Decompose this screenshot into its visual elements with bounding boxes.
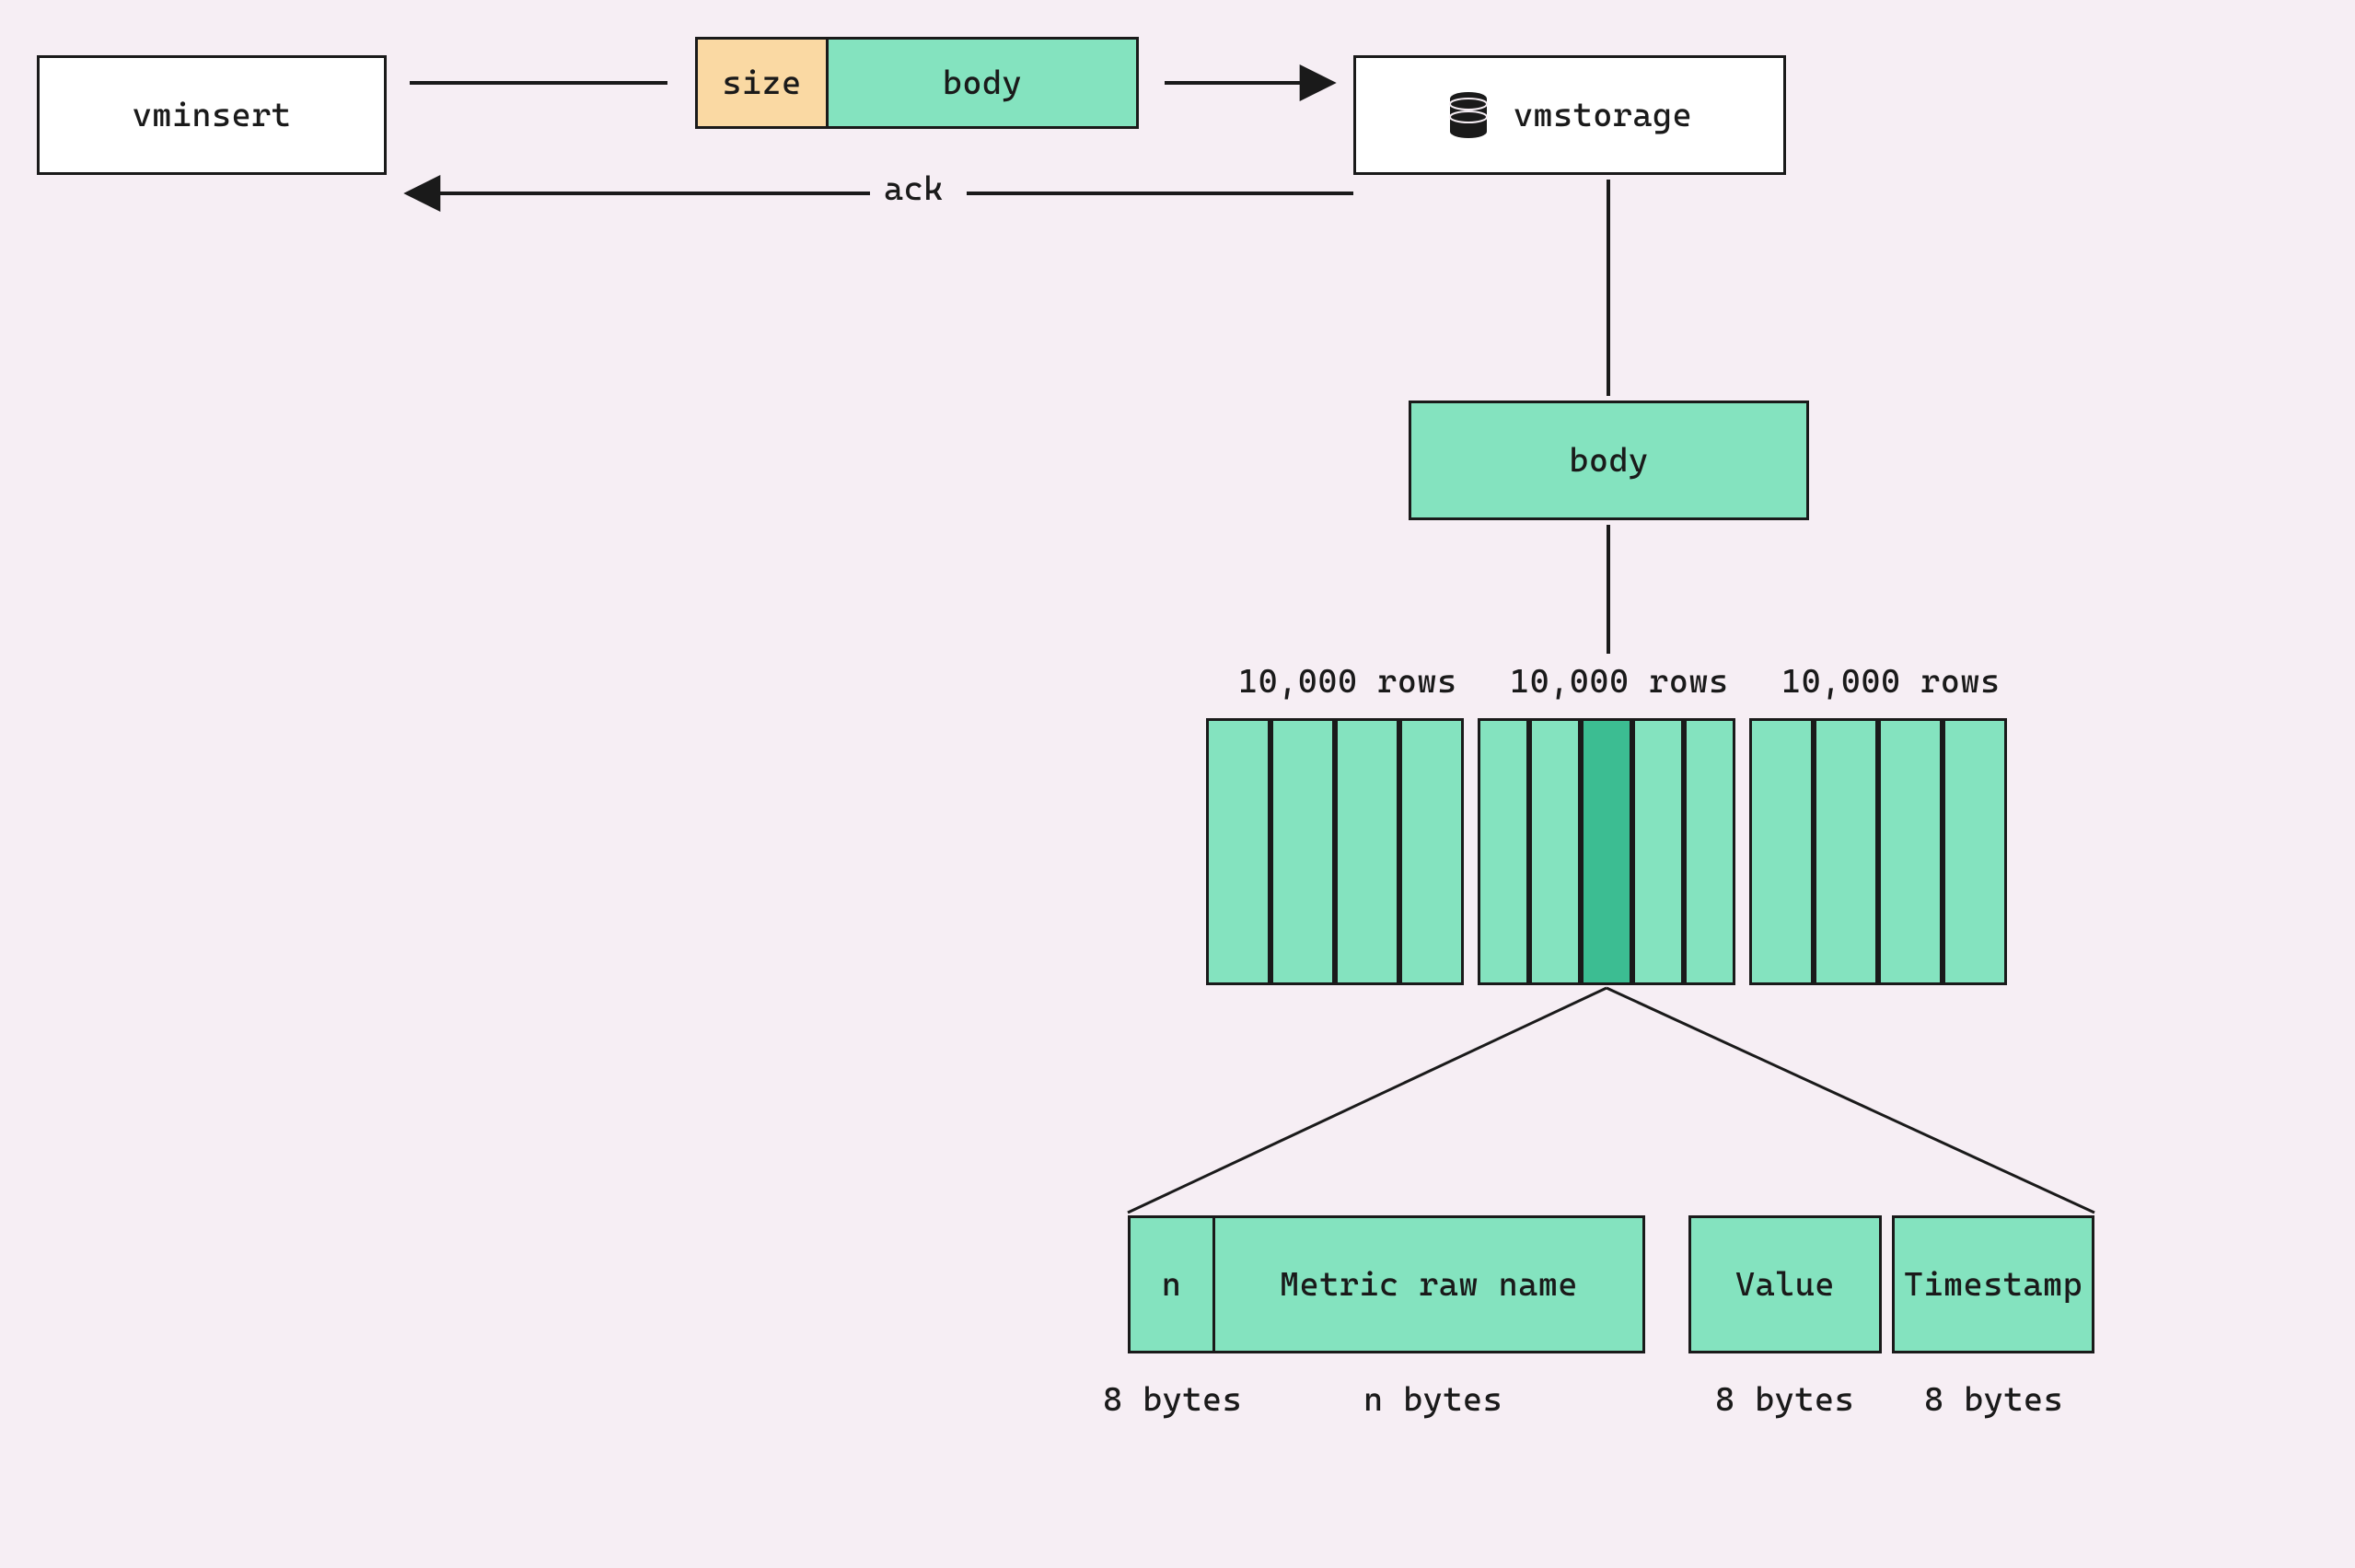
rowfield-timestamp: Timestamp [1892, 1215, 2094, 1353]
rowbatch-2 [1478, 718, 1735, 985]
rowbatch-3-col [1878, 718, 1943, 985]
rowbatch-2-col-hl [1581, 718, 1632, 985]
rowbatch-3-col [1749, 718, 1814, 985]
rowbatch-3-col [1814, 718, 1878, 985]
rowfield-value-label: Value [1735, 1266, 1835, 1304]
rowfield-n: n [1128, 1215, 1215, 1353]
rowbatch-label-1: 10,000 rows [1238, 663, 1457, 701]
packet-size-box: size [695, 37, 829, 129]
packet-size-label: size [722, 64, 801, 102]
node-vminsert: vminsert [37, 55, 387, 175]
rowbatch-2-col [1632, 718, 1684, 985]
rowbatch-2-col [1684, 718, 1735, 985]
rowbatch-1-col [1206, 718, 1270, 985]
bytes-metric: n bytes [1363, 1381, 1502, 1419]
bytes-n: 8 bytes [1103, 1381, 1242, 1419]
rowbatch-1-col [1399, 718, 1464, 985]
rowfield-value: Value [1688, 1215, 1882, 1353]
rowbatch-3-col [1943, 718, 2007, 985]
rowbatch-1 [1206, 718, 1464, 985]
rowbatch-1-col [1270, 718, 1335, 985]
packet-body-box: body [826, 37, 1139, 129]
bytes-value: 8 bytes [1715, 1381, 1854, 1419]
ack-label: ack [884, 170, 944, 208]
rowbatch-2-col [1529, 718, 1581, 985]
rowfield-metric-label: Metric raw name [1280, 1266, 1578, 1304]
diagram-stage: vminsert size body vmstorage [0, 0, 2355, 1568]
packet-body-label: body [943, 64, 1022, 102]
rowbatch-label-2: 10,000 rows [1510, 663, 1729, 701]
body-expanded-label: body [1569, 442, 1648, 480]
bytes-timestamp: 8 bytes [1924, 1381, 2063, 1419]
database-icon [1447, 91, 1490, 139]
node-vmstorage: vmstorage [1353, 55, 1786, 175]
rowbatch-label-3: 10,000 rows [1781, 663, 2001, 701]
rowbatch-3 [1749, 718, 2007, 985]
rowbatch-2-col [1478, 718, 1529, 985]
rowbatch-1-col [1335, 718, 1399, 985]
rowfield-n-label: n [1162, 1266, 1182, 1304]
node-vminsert-label: vminsert [133, 97, 292, 134]
rowfield-metric: Metric raw name [1212, 1215, 1645, 1353]
rowfield-timestamp-label: Timestamp [1904, 1266, 2082, 1304]
body-expanded-box: body [1409, 401, 1809, 520]
node-vmstorage-label: vmstorage [1514, 97, 1692, 134]
